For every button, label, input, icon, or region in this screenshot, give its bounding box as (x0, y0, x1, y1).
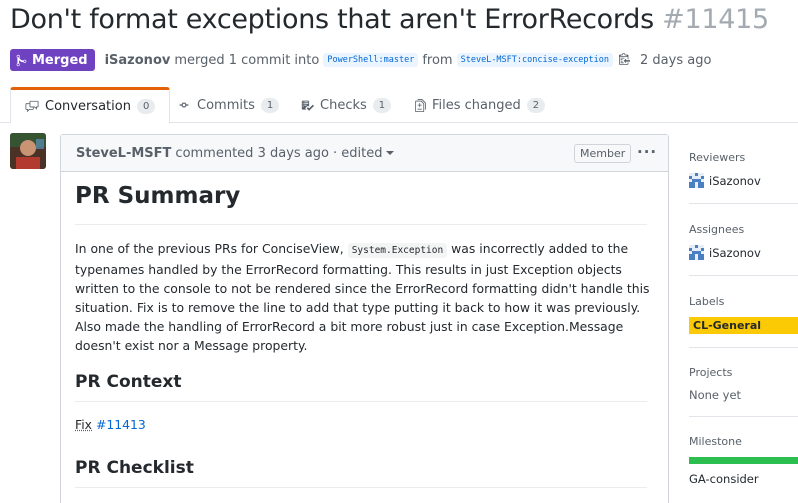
sidebar-divider (689, 203, 798, 204)
git-merge-icon (16, 54, 27, 67)
tab-checks[interactable]: Checks 1 (301, 87, 391, 123)
comment-box: SteveL-MSFT commented 3 days ago · edite… (60, 134, 669, 503)
identicon-avatar (689, 173, 704, 188)
fix-line: Fix #11413 (75, 417, 146, 432)
tab-files-changed-label: Files changed (432, 98, 521, 113)
merger-link[interactable]: iSazonov (105, 53, 171, 68)
fix-word: Fix (75, 417, 92, 432)
pr-meta: Merged iSazonov merged 1 commit into Pow… (10, 49, 711, 71)
checklist-icon (301, 99, 314, 112)
milestone-value[interactable]: GA-consider (689, 472, 798, 486)
comment-author-link[interactable]: SteveL-MSFT (76, 146, 171, 161)
milestone-section: Milestone GA-consider (689, 435, 798, 486)
milestone-heading[interactable]: Milestone (689, 435, 798, 448)
merge-time: 2 days ago (640, 53, 711, 68)
sidebar-divider (689, 275, 798, 276)
tab-checks-count: 1 (373, 98, 391, 113)
merged-status-label: Merged (32, 53, 88, 68)
tab-conversation-count: 0 (137, 99, 155, 114)
git-commit-icon (177, 100, 191, 110)
reviewer-item[interactable]: iSazonov (689, 173, 798, 188)
summary-pre: In one of the previous PRs for ConciseVi… (75, 241, 344, 256)
comment-action[interactable]: commented 3 days ago (175, 146, 329, 161)
reviewers-heading[interactable]: Reviewers (689, 151, 798, 164)
avatar[interactable] (10, 133, 46, 169)
summary-code: System.Exception (348, 243, 448, 258)
sidebar-divider (689, 416, 798, 417)
pr-context-heading: PR Context (75, 372, 647, 402)
author-avatar-image (10, 133, 46, 169)
labels-heading[interactable]: Labels (689, 295, 798, 308)
merged-status-badge: Merged (10, 49, 95, 71)
reviewer-name: iSazonov (709, 174, 761, 188)
head-branch[interactable]: SteveL-MSFT:concise-exception (457, 53, 613, 67)
base-branch[interactable]: PowerShell:master (323, 53, 418, 67)
pr-number: #11415 (662, 4, 769, 35)
tab-commits-label: Commits (197, 98, 255, 113)
tab-files-changed-count: 2 (527, 98, 545, 113)
pr-title-text: Don't format exceptions that aren't Erro… (10, 4, 654, 35)
identicon-avatar (689, 245, 704, 260)
tab-conversation-label: Conversation (45, 99, 131, 114)
issue-link[interactable]: #11413 (96, 417, 146, 432)
projects-value: None yet (689, 388, 798, 402)
pr-checklist-heading: PR Checklist (75, 458, 647, 488)
member-badge: Member (574, 144, 631, 163)
assignees-section: Assignees iSazonov (689, 223, 798, 260)
tab-commits-count: 1 (261, 98, 279, 113)
tab-files-changed[interactable]: Files changed 2 (415, 87, 545, 123)
milestone-progress-track (689, 457, 798, 464)
assignees-heading[interactable]: Assignees (689, 223, 798, 236)
tab-conversation[interactable]: Conversation 0 (10, 87, 170, 124)
assignee-name: iSazonov (709, 246, 761, 260)
comment-discussion-icon (25, 100, 39, 113)
sidebar-divider (689, 347, 798, 348)
labels-section: Labels CL-General (689, 295, 798, 334)
tab-commits[interactable]: Commits 1 (177, 87, 279, 123)
from-text: from (422, 53, 452, 68)
pr-tabs: Conversation 0 Commits 1 Checks 1 Files … (0, 87, 798, 123)
milestone-progress-bar (689, 457, 798, 464)
projects-section: Projects None yet (689, 366, 798, 402)
tab-checks-label: Checks (320, 98, 367, 113)
chevron-down-icon (386, 151, 394, 155)
clipboard-icon[interactable] (619, 52, 630, 69)
kebab-menu-icon[interactable]: ··· (637, 143, 657, 161)
edited-dropdown[interactable]: · edited (333, 146, 394, 161)
projects-heading[interactable]: Projects (689, 366, 798, 379)
merge-text: merged 1 commit into (174, 53, 319, 68)
comment-header: SteveL-MSFT commented 3 days ago · edite… (61, 135, 668, 172)
edited-label: · edited (333, 146, 382, 161)
label-chip[interactable]: CL-General (689, 317, 798, 334)
pr-summary-heading: PR Summary (75, 183, 647, 225)
pr-summary-text: In one of the previous PRs for ConciseVi… (75, 239, 655, 355)
reviewers-section: Reviewers iSazonov (689, 151, 798, 188)
file-diff-icon (415, 99, 426, 112)
assignee-item[interactable]: iSazonov (689, 245, 798, 260)
pr-title: Don't format exceptions that aren't Erro… (10, 4, 769, 35)
